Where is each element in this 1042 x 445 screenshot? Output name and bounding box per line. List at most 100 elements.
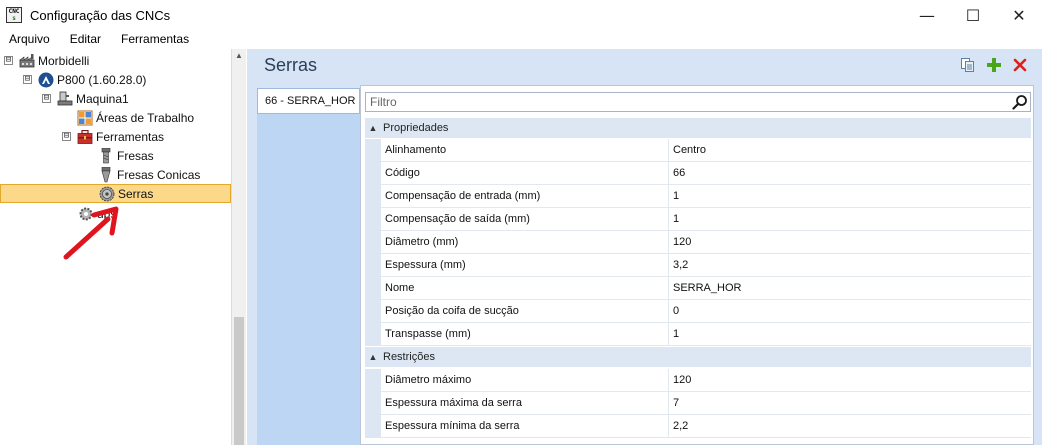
- copy-icon[interactable]: [958, 55, 978, 75]
- row-gutter: [365, 208, 381, 231]
- row-gutter: [365, 323, 381, 346]
- row-gutter: [365, 254, 381, 277]
- property-name: Espessura (mm): [381, 254, 669, 277]
- row-gutter: [365, 369, 381, 392]
- tree-node-areas-de-trabalho[interactable]: Áreas de Trabalho: [77, 108, 194, 127]
- menu-editar[interactable]: Editar: [62, 32, 109, 46]
- row-gutter: [365, 277, 381, 300]
- collapse-toggle[interactable]: ⊟: [62, 132, 71, 141]
- tree-node-serras[interactable]: Serras: [0, 184, 231, 203]
- property-value[interactable]: 120: [669, 231, 1031, 254]
- property-value[interactable]: 3,2: [669, 254, 1031, 277]
- property-row[interactable]: Espessura mínima da serra 2,2: [365, 415, 1031, 438]
- menu-arquivo[interactable]: Arquivo: [0, 32, 58, 46]
- property-row[interactable]: Nome SERRA_HOR: [365, 277, 1031, 300]
- menu-bar: Arquivo Editar Ferramentas: [0, 30, 1042, 48]
- page-title: Serras: [264, 55, 318, 75]
- property-row[interactable]: Posição da coifa de sucção 0: [365, 300, 1031, 323]
- mill-tool-icon: [98, 147, 114, 164]
- property-value[interactable]: SERRA_HOR: [669, 277, 1031, 300]
- scroll-thumb[interactable]: [234, 317, 244, 445]
- property-row[interactable]: Espessura (mm) 3,2: [365, 254, 1031, 277]
- category-label: Propriedades: [383, 122, 449, 134]
- tree-node-ferramentas[interactable]: ⊟ Ferramentas: [62, 127, 164, 146]
- tree-node-label: Fresas Conicas: [117, 167, 201, 182]
- tree-node-label: Morbidelli: [38, 53, 90, 68]
- property-value[interactable]: 2,2: [669, 415, 1031, 438]
- work-areas-icon: [77, 110, 93, 126]
- property-row[interactable]: Compensação de saída (mm) 1: [365, 208, 1031, 231]
- category-propriedades[interactable]: ▲ Propriedades: [365, 118, 1031, 138]
- tree-node-label: Serras: [118, 186, 154, 201]
- property-grid: ▲ Propriedades Alinhamento Centro Código…: [360, 85, 1034, 445]
- property-value[interactable]: 1: [669, 323, 1031, 346]
- window-controls: — ☐ ✕: [904, 0, 1042, 30]
- factory-icon: [19, 53, 35, 69]
- property-row[interactable]: Código 66: [365, 162, 1031, 185]
- property-row[interactable]: Diâmetro (mm) 120: [365, 231, 1031, 254]
- property-name: Transpasse (mm): [381, 323, 669, 346]
- property-value[interactable]: 1: [669, 185, 1031, 208]
- collapse-toggle[interactable]: ⊟: [4, 56, 13, 65]
- property-name: Posição da coifa de sucção: [381, 300, 669, 323]
- row-gutter: [365, 392, 381, 415]
- row-gutter: [365, 415, 381, 438]
- property-row[interactable]: Transpasse (mm) 1: [365, 323, 1031, 346]
- property-value[interactable]: 1: [669, 208, 1031, 231]
- close-button[interactable]: ✕: [996, 0, 1042, 30]
- property-row[interactable]: Diâmetro máximo 120: [365, 369, 1031, 392]
- menu-ferramentas[interactable]: Ferramentas: [113, 32, 197, 46]
- row-gutter: [365, 139, 381, 162]
- property-name: Espessura mínima da serra: [381, 415, 669, 438]
- delete-icon[interactable]: [1010, 55, 1030, 75]
- list-item-saw[interactable]: 66 - SERRA_HOR: [257, 88, 360, 114]
- tree-node-maquina1[interactable]: ⊟ Maquina1: [42, 89, 129, 108]
- tree-node-fresas[interactable]: Fresas: [98, 146, 154, 165]
- add-icon[interactable]: [984, 55, 1004, 75]
- property-name: Compensação de entrada (mm): [381, 185, 669, 208]
- category-label: Restrições: [383, 351, 435, 363]
- category-restricoes[interactable]: ▲ Restrições: [365, 347, 1031, 367]
- collapse-toggle[interactable]: ⊟: [42, 94, 51, 103]
- row-gutter: [365, 185, 381, 208]
- tree-node-label: P800 (1.60.28.0): [57, 72, 147, 87]
- collapse-arrow-icon[interactable]: ▲: [365, 352, 381, 362]
- property-name: Compensação de saída (mm): [381, 208, 669, 231]
- property-name: Código: [381, 162, 669, 185]
- conical-mill-icon: [98, 166, 114, 183]
- machine-logo-icon: [38, 72, 54, 88]
- app-icon-subtext: s: [12, 15, 16, 22]
- saw-blade-icon: [99, 186, 115, 202]
- property-value[interactable]: 0: [669, 300, 1031, 323]
- search-icon[interactable]: [1010, 93, 1030, 111]
- machine-icon: [57, 91, 73, 107]
- tree-node-label: Áreas de Trabalho: [96, 110, 195, 125]
- property-row[interactable]: Compensação de entrada (mm) 1: [365, 185, 1031, 208]
- app-icon: CNC s: [6, 7, 22, 23]
- tree-scrollbar[interactable]: ▲: [232, 49, 246, 445]
- property-value[interactable]: Centro: [669, 139, 1031, 162]
- maximize-button[interactable]: ☐: [950, 0, 996, 30]
- row-gutter: [365, 231, 381, 254]
- collapse-arrow-icon[interactable]: ▲: [365, 123, 381, 133]
- property-value[interactable]: 7: [669, 392, 1031, 415]
- tree-node-label: Maquina1: [76, 91, 129, 106]
- tree-node-p800[interactable]: ⊟ P800 (1.60.28.0): [23, 70, 146, 89]
- property-name: Nome: [381, 277, 669, 300]
- main-panel: Serras 66 - SERRA_HOR ▲ Propriedades: [247, 49, 1042, 445]
- tree-node-label: Ferramentas: [96, 129, 165, 144]
- minimize-button[interactable]: —: [904, 0, 950, 30]
- red-arrow-annotation: [63, 206, 119, 260]
- scroll-up-arrow-icon[interactable]: ▲: [232, 49, 246, 63]
- tree-node-fresas-conicas[interactable]: Fresas Conicas: [98, 165, 200, 184]
- property-value[interactable]: 66: [669, 162, 1031, 185]
- filter-box: [365, 92, 1031, 112]
- property-row[interactable]: Alinhamento Centro: [365, 139, 1031, 162]
- panel-toolbar: [958, 55, 1030, 75]
- collapse-toggle[interactable]: ⊟: [23, 75, 32, 84]
- window-title: Configuração das CNCs: [30, 7, 171, 23]
- filter-input[interactable]: [366, 93, 1010, 111]
- property-value[interactable]: 120: [669, 369, 1031, 392]
- tree-node-morbidelli[interactable]: ⊟ Morbidelli: [4, 51, 89, 70]
- property-row[interactable]: Espessura máxima da serra 7: [365, 392, 1031, 415]
